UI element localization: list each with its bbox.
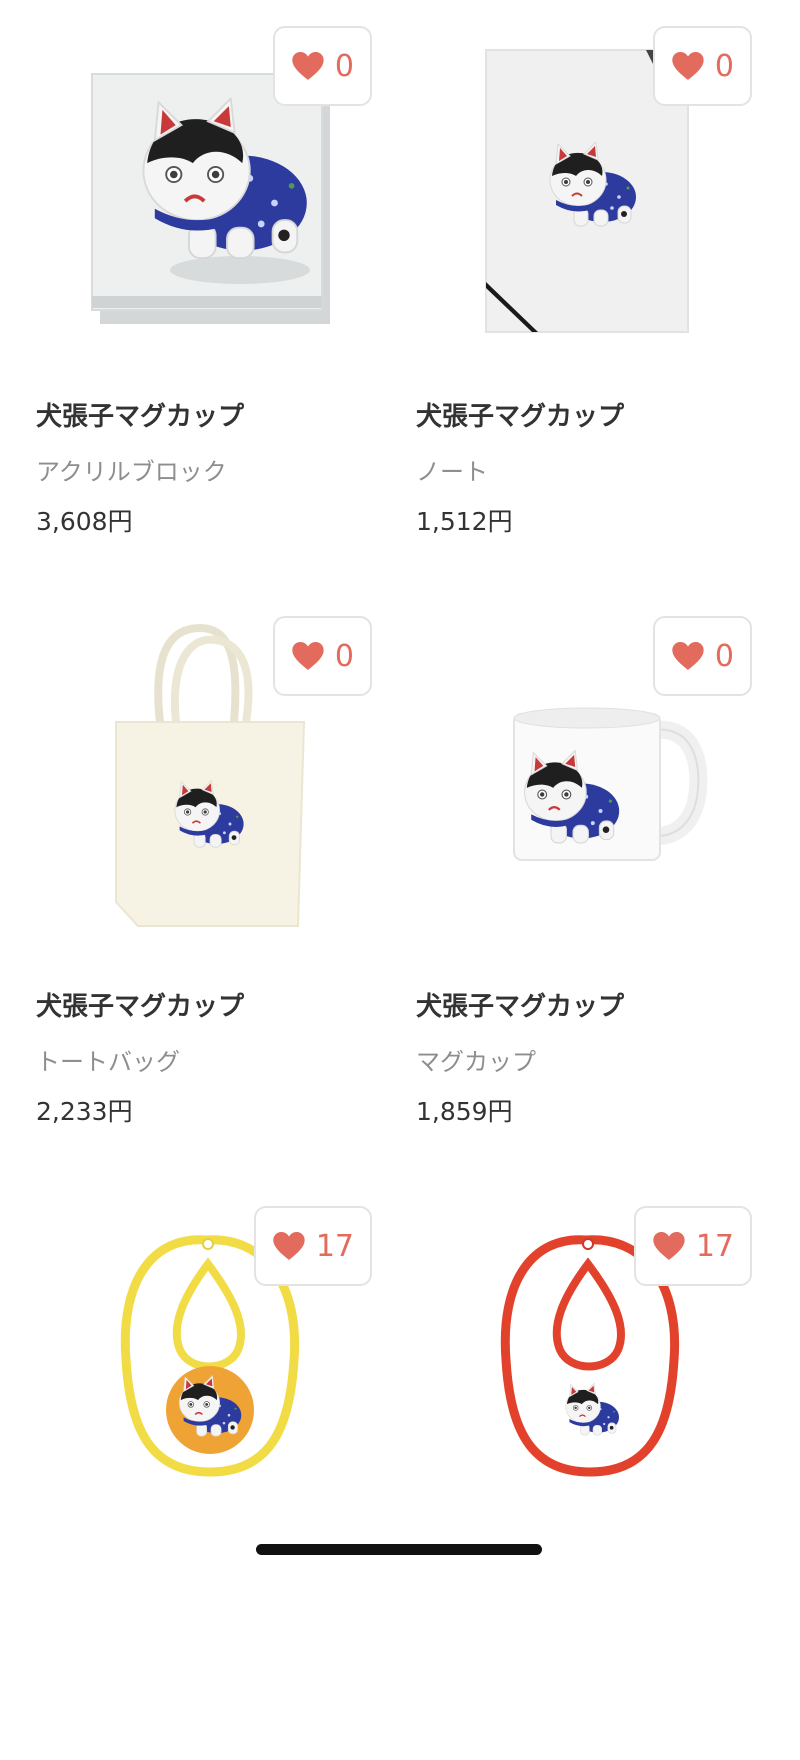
product-price: 1,859円 xyxy=(416,1097,513,1126)
like-button[interactable]: 0 xyxy=(272,616,372,696)
heart-icon xyxy=(671,641,705,671)
like-count: 0 xyxy=(334,48,354,84)
heart-icon xyxy=(291,51,325,81)
like-button[interactable]: 0 xyxy=(272,26,372,106)
product-card[interactable]: 17 xyxy=(0,1180,380,1760)
home-indicator[interactable] xyxy=(256,1544,542,1555)
like-count: 17 xyxy=(695,1228,734,1264)
heart-icon xyxy=(291,641,325,671)
like-count: 17 xyxy=(315,1228,354,1264)
like-button[interactable]: 17 xyxy=(633,1206,752,1286)
product-type: ノート xyxy=(416,458,488,486)
product-price: 2,233円 xyxy=(36,1097,133,1126)
like-count: 0 xyxy=(334,638,354,674)
product-type: アクリルブロック xyxy=(36,458,227,486)
product-price: 1,512円 xyxy=(416,507,513,536)
heart-icon xyxy=(272,1231,306,1261)
product-type: マグカップ xyxy=(416,1048,536,1076)
product-price: 3,608円 xyxy=(36,507,133,536)
product-title[interactable]: 犬張子マグカップ xyxy=(416,396,624,433)
like-button[interactable]: 0 xyxy=(652,616,752,696)
product-card[interactable]: 0 犬張子マグカップ アクリルブロック 3,608円 xyxy=(0,0,380,580)
product-title[interactable]: 犬張子マグカップ xyxy=(36,986,244,1023)
product-title[interactable]: 犬張子マグカップ xyxy=(36,396,244,433)
like-count: 0 xyxy=(714,638,734,674)
like-count: 0 xyxy=(714,48,734,84)
product-card[interactable]: 0 犬張子マグカップ ノート 1,512円 xyxy=(380,0,760,580)
product-card[interactable]: 0 犬張子マグカップ マグカップ 1,859円 xyxy=(380,590,760,1170)
like-button[interactable]: 0 xyxy=(652,26,752,106)
heart-icon xyxy=(652,1231,686,1261)
product-card[interactable]: 0 犬張子マグカップ トートバッグ 2,233円 xyxy=(0,590,380,1170)
product-title[interactable]: 犬張子マグカップ xyxy=(416,986,624,1023)
product-card[interactable]: 17 xyxy=(380,1180,760,1760)
heart-icon xyxy=(671,51,705,81)
product-type: トートバッグ xyxy=(36,1048,180,1076)
like-button[interactable]: 17 xyxy=(253,1206,372,1286)
